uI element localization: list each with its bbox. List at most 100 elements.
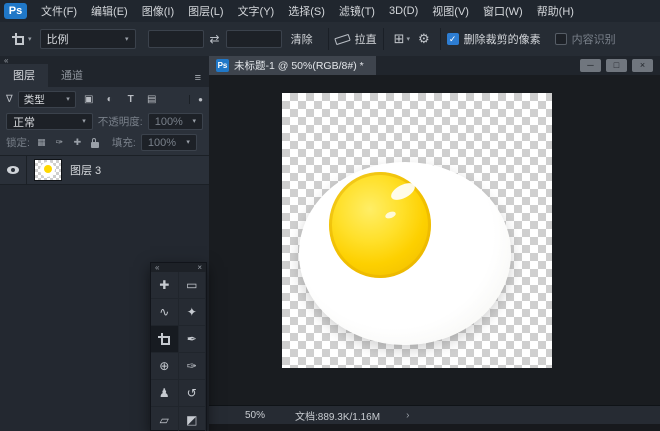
grid-overlay-icon: ⊞: [394, 31, 405, 47]
clone-stamp-tool[interactable]: ♟: [151, 380, 179, 407]
menu-type[interactable]: 文字(Y): [231, 3, 282, 19]
layer-filter-row: ∇ 类型 ▣ ◐ T ▤ ●: [0, 87, 209, 111]
document-status-bar: 50% 文档:889.3K/1.16M ›: [209, 405, 660, 424]
chevron-down-icon: [125, 36, 129, 43]
menu-edit[interactable]: 编辑(E): [84, 3, 135, 19]
tools-panel-header[interactable]: « ×: [151, 263, 206, 272]
brush-tool-icon: ✑: [187, 359, 197, 373]
lock-all-icon[interactable]: [91, 142, 99, 148]
brush-tool[interactable]: ✑: [179, 353, 207, 380]
crop-settings-button[interactable]: ⚙: [414, 31, 434, 47]
layer-name[interactable]: 图层 3: [70, 162, 101, 178]
history-brush-tool[interactable]: ↺: [179, 380, 207, 407]
crop-tool-icon: [158, 333, 170, 345]
filter-toggle-icon[interactable]: ●: [189, 95, 203, 104]
eraser-tool[interactable]: ▱: [151, 407, 179, 431]
rectangular-marquee-tool[interactable]: ▭: [179, 272, 207, 299]
straighten-button[interactable]: 拉直: [335, 31, 377, 47]
crop-ratio-dropdown[interactable]: 比例: [40, 29, 136, 49]
menu-file[interactable]: 文件(F): [34, 3, 84, 19]
document-tab-title: 未标题-1 @ 50%(RGB/8#) *: [234, 58, 364, 73]
minimize-button[interactable]: ─: [580, 59, 601, 72]
delete-cropped-pixels-checkbox[interactable]: [447, 33, 459, 45]
chevron-down-icon: [82, 118, 86, 125]
divider: [383, 28, 384, 50]
menu-filter[interactable]: 滤镜(T): [332, 3, 382, 19]
tools-panel: « × ✚ ▭ ∿ ✦ ✒ ⊕ ✑ ♟ ↺ ▱ ◩: [150, 262, 207, 431]
spot-healing-brush-tool[interactable]: ⊕: [151, 353, 179, 380]
lasso-tool-icon: ∿: [159, 305, 169, 319]
crop-tool[interactable]: [151, 326, 179, 353]
filter-shape-layers-icon[interactable]: ▤: [144, 94, 160, 105]
blend-mode-value: 正常: [13, 114, 35, 130]
crop-ratio-value: 比例: [47, 31, 69, 47]
menu-3d[interactable]: 3D(D): [382, 5, 425, 17]
content-aware-checkbox[interactable]: [555, 33, 567, 45]
menu-layer[interactable]: 图层(L): [181, 3, 230, 19]
menu-image[interactable]: 图像(I): [135, 3, 181, 19]
tab-channels[interactable]: 通道: [48, 64, 96, 87]
gradient-tool[interactable]: ◩: [179, 407, 207, 431]
menu-view[interactable]: 视图(V): [425, 3, 476, 19]
fried-egg-white: [299, 162, 511, 345]
current-tool-indicator[interactable]: [8, 30, 36, 48]
crop-height-input[interactable]: [226, 30, 282, 48]
blend-mode-dropdown[interactable]: 正常: [6, 113, 93, 130]
opacity-dropdown[interactable]: 100%: [148, 113, 203, 130]
lock-pixels-icon[interactable]: ✑: [53, 137, 66, 148]
menu-select[interactable]: 选择(S): [281, 3, 332, 19]
delete-cropped-pixels-label: 删除裁剪的像素: [464, 31, 541, 47]
filter-adjustment-layers-icon[interactable]: ◐: [102, 94, 118, 105]
photoshop-window: Ps 文件(F) 编辑(E) 图像(I) 图层(L) 文字(Y) 选择(S) 滤…: [0, 0, 660, 431]
yolk-highlight: [389, 179, 418, 203]
filter-type-layers-icon[interactable]: T: [123, 94, 139, 105]
chevron-down-icon: [192, 118, 196, 125]
lock-transparency-icon[interactable]: ▦: [35, 137, 48, 148]
close-button[interactable]: ×: [632, 59, 653, 72]
chevron-down-icon: [66, 96, 70, 103]
swap-dimensions-icon[interactable]: ⇄: [210, 32, 220, 46]
layer-visibility-toggle[interactable]: [0, 156, 27, 184]
clear-button[interactable]: 清除: [282, 29, 322, 49]
collapse-panel-icon[interactable]: «: [155, 263, 159, 272]
lock-label: 锁定:: [6, 135, 30, 150]
opacity-value: 100%: [155, 116, 183, 128]
straighten-icon: [334, 33, 350, 44]
canvas-pasteboard: [209, 75, 660, 406]
filter-kind-dropdown[interactable]: 类型: [18, 91, 76, 108]
tab-layers[interactable]: 图层: [0, 64, 48, 87]
filter-pixel-layers-icon[interactable]: ▣: [81, 94, 97, 105]
panel-menu-icon[interactable]: ≡: [187, 72, 209, 87]
crop-width-input[interactable]: [148, 30, 204, 48]
document-tab[interactable]: Ps 未标题-1 @ 50%(RGB/8#) *: [209, 56, 376, 75]
fill-dropdown[interactable]: 100%: [141, 134, 197, 151]
crop-tool-icon: [12, 33, 24, 45]
divider: [440, 28, 441, 50]
close-icon[interactable]: ×: [197, 263, 202, 272]
lock-row: 锁定: ▦ ✑ ✚ 填充: 100%: [0, 132, 209, 153]
move-tool[interactable]: ✚: [151, 272, 179, 299]
zoom-level-field[interactable]: 50%: [245, 410, 265, 421]
layer-row[interactable]: 图层 3: [0, 156, 209, 185]
divider: [328, 28, 329, 50]
gear-icon: ⚙: [418, 31, 430, 47]
menu-bar: Ps 文件(F) 编辑(E) 图像(I) 图层(L) 文字(Y) 选择(S) 滤…: [0, 0, 660, 23]
crop-overlay-options-button[interactable]: ⊞: [390, 31, 414, 47]
lasso-tool[interactable]: ∿: [151, 299, 179, 326]
eyedropper-tool[interactable]: ✒: [179, 326, 207, 353]
blend-mode-row: 正常 不透明度: 100%: [0, 111, 209, 132]
canvas-transparency-checkerboard[interactable]: [282, 93, 552, 368]
opacity-label: 不透明度:: [98, 114, 143, 129]
status-expand-icon[interactable]: ›: [406, 410, 409, 421]
eraser-tool-icon: ▱: [160, 413, 169, 427]
menu-help[interactable]: 帮助(H): [530, 3, 581, 19]
marquee-tool-icon: ▭: [186, 278, 197, 292]
lock-position-icon[interactable]: ✚: [71, 137, 84, 148]
maximize-button[interactable]: □: [606, 59, 627, 72]
straighten-label: 拉直: [355, 31, 377, 47]
layer-thumbnail[interactable]: [34, 159, 62, 181]
quick-selection-tool[interactable]: ✦: [179, 299, 207, 326]
menu-window[interactable]: 窗口(W): [476, 3, 530, 19]
ps-file-icon: Ps: [216, 59, 229, 72]
options-bar: 比例 ⇄ 清除 拉直 ⊞ ⚙ 删除裁剪的像素 内容识别: [0, 22, 660, 57]
